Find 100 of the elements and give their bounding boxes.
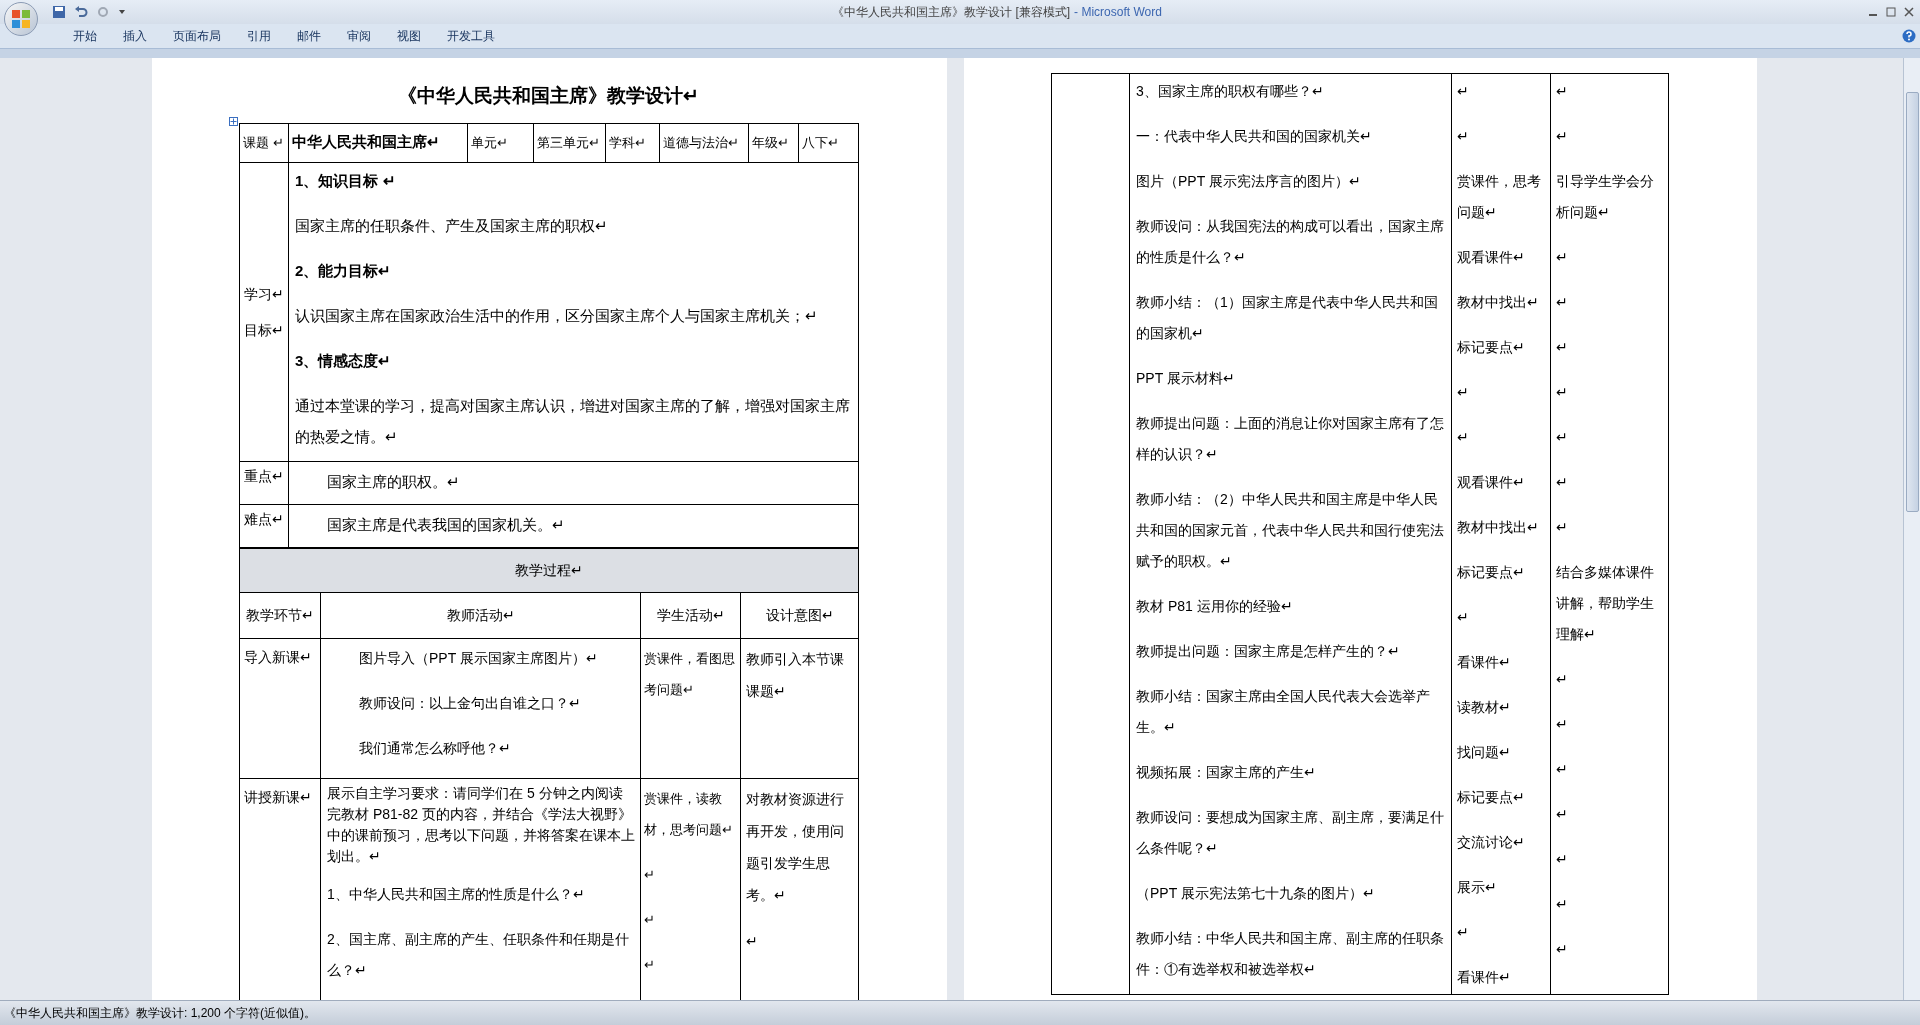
paragraph: ↵ xyxy=(1556,473,1569,492)
table-cell: 国家主席的职权。↵ xyxy=(288,461,859,504)
paragraph: ↵ xyxy=(1556,895,1569,914)
paragraph: 教师提出问题：上面的消息让你对国家主席有了怎样的认识？↵ xyxy=(1136,414,1445,464)
paragraph: 教师设问：要想成为国家主席、副主席，要满足什么条件呢？↵ xyxy=(1136,808,1445,858)
ribbon-tab[interactable]: 引用 xyxy=(234,25,284,47)
paragraph: 展示自主学习要求：请同学们在 5 分钟之内阅读完教材 P81-82 页的内容，并结合《学法大视野》中的课前预习，思考以下问题，并将答案在课本上划出。↵ xyxy=(327,783,636,866)
paragraph: 教师设问：从我国宪法的构成可以看出，国家主席的性质是什么？↵ xyxy=(1136,217,1445,267)
paragraph: 教师设问：以上金句出自谁之口？↵ xyxy=(359,693,582,713)
paragraph: ↵ xyxy=(746,931,759,951)
paragraph: 引导学生学会分析问题↵ xyxy=(1556,172,1655,222)
paragraph: 2、能力目标↵ xyxy=(295,260,393,281)
status-text: 《中华人民共和国主席》教学设计: 1,200 个字符(近似值)。 xyxy=(4,1005,317,1022)
ribbon-tab[interactable]: 开始 xyxy=(60,25,110,47)
paragraph: 图片（PPT 展示宪法序言的图片）↵ xyxy=(1136,172,1362,191)
office-button[interactable] xyxy=(4,2,38,36)
column-header: 学生活动↵ xyxy=(640,592,741,638)
paragraph: ↵ xyxy=(1457,383,1470,402)
app-name: - Microsoft Word xyxy=(1074,4,1162,21)
paragraph: ↵ xyxy=(1556,518,1569,537)
paragraph: 赏课件，读教材，思考问题↵ xyxy=(644,789,734,839)
paragraph: 教材中找出↵ xyxy=(1457,293,1540,312)
paragraph: 结合多媒体课件讲解，帮助学生理解↵ xyxy=(1556,563,1655,644)
paragraph: 教师提出问题：国家主席是怎样产生的？↵ xyxy=(1136,642,1401,661)
table-cell: 课题 ↵ xyxy=(239,123,289,162)
paragraph: ↵ xyxy=(1457,127,1470,146)
paragraph: ↵ xyxy=(1556,248,1569,267)
paragraph: 教材 P81 运用你的经验↵ xyxy=(1136,597,1294,616)
paragraph: ↵ xyxy=(1556,715,1569,734)
paragraph: 观看课件↵ xyxy=(1457,248,1526,267)
paragraph: 教师小结：（1）国家主席是代表中华人民共和国的国家机↵ xyxy=(1136,293,1439,343)
paragraph: 认识国家主席在国家政治生活中的作用，区分国家主席个人与国家主席机关；↵ xyxy=(295,305,819,326)
paragraph: 教师小结：国家主席由全国人民代表大会选举产生。↵ xyxy=(1136,687,1431,737)
undo-icon[interactable] xyxy=(74,5,88,19)
paragraph: 标记要点↵ xyxy=(1457,788,1526,807)
office-logo-icon xyxy=(11,9,31,29)
paragraph: ↵ xyxy=(1556,293,1569,312)
window-title: 《中华人民共和国主席》教学设计 [兼容模式] xyxy=(832,4,1071,21)
table-cell: 单元↵ xyxy=(467,123,534,162)
ribbon-tab[interactable]: 审阅 xyxy=(334,25,384,47)
paragraph: 标记要点↵ xyxy=(1457,563,1526,582)
column-header: 教师活动↵ xyxy=(320,592,641,638)
paragraph: ↵ xyxy=(1556,670,1569,689)
column-header: 教学环节↵ xyxy=(239,592,321,638)
paragraph: ↵ xyxy=(1457,428,1470,447)
paragraph: 1、中华人民共和国主席的性质是什么？↵ xyxy=(327,884,586,904)
paragraph: 教师小结：中华人民共和国主席、副主席的任职条件：①有选举权和被选举权↵ xyxy=(1136,929,1445,979)
row-label: 重点↵ xyxy=(239,461,289,504)
table-cell: 第三单元↵ xyxy=(533,123,606,162)
paragraph: PPT 展示材料↵ xyxy=(1136,369,1236,388)
table-cell: 国家主席是代表我国的国家机关。↵ xyxy=(288,504,859,547)
paragraph: 标记要点↵ xyxy=(1457,338,1526,357)
paragraph: 观看课件↵ xyxy=(1457,473,1526,492)
paragraph: 通过本堂课的学习，提高对国家主席认识，增进对国家主席的了解，增强对国家主席的热爱之情。↵ xyxy=(295,395,851,447)
ribbon-tab[interactable]: 页面布局 xyxy=(160,25,234,47)
paragraph: 2、国主席、副主席的产生、任职条件和任期是什么？↵ xyxy=(327,929,630,980)
column-header: 设计意图↵ xyxy=(740,592,859,638)
paragraph: 看课件↵ xyxy=(1457,968,1512,987)
paragraph: 3、情感态度↵ xyxy=(295,350,393,371)
table-cell: 道德与法治↵ xyxy=(659,123,749,162)
paragraph: 赏课件，看图思考问题↵ xyxy=(644,649,736,699)
save-icon[interactable] xyxy=(52,5,66,19)
paragraph: 3、国家主席的职权有哪些？↵ xyxy=(1136,82,1325,101)
paragraph: 展示↵ xyxy=(1457,878,1498,897)
row-label: 难点↵ xyxy=(239,504,289,547)
paragraph: 赏课件，思考问题↵ xyxy=(1457,172,1542,222)
help-icon[interactable] xyxy=(1902,29,1916,43)
ribbon-tab[interactable]: 插入 xyxy=(110,25,160,47)
dropdown-icon[interactable] xyxy=(118,8,126,16)
paragraph: 视频拓展：国家主席的产生↵ xyxy=(1136,763,1317,782)
ribbon-tab[interactable]: 邮件 xyxy=(284,25,334,47)
paragraph: ↵ xyxy=(644,910,656,929)
paragraph: ↵ xyxy=(1556,940,1569,959)
paragraph: 国家主席的任职条件、产生及国家主席的职权↵ xyxy=(295,215,609,236)
paragraph: 教师引入本节课课题↵ xyxy=(746,649,845,701)
table-cell: 八下↵ xyxy=(798,123,859,162)
close-icon[interactable] xyxy=(1904,7,1914,17)
ribbon-tab[interactable]: 开发工具 xyxy=(434,25,508,47)
table-move-handle-icon[interactable] xyxy=(229,117,238,126)
paragraph: 找问题↵ xyxy=(1457,743,1512,762)
ribbon-tab[interactable]: 视图 xyxy=(384,25,434,47)
paragraph: ↵ xyxy=(1556,82,1569,101)
vertical-scrollbar[interactable] xyxy=(1903,58,1920,1000)
scrollbar-thumb[interactable] xyxy=(1905,92,1919,512)
paragraph: （PPT 展示宪法第七十九条的图片）↵ xyxy=(1136,884,1376,903)
paragraph: 1、知识目标 ↵ xyxy=(295,170,397,191)
paragraph: 交流讨论↵ xyxy=(1457,833,1526,852)
table-cell: 学科↵ xyxy=(605,123,660,162)
paragraph: ↵ xyxy=(1457,82,1470,101)
maximize-icon[interactable] xyxy=(1886,7,1896,17)
paragraph: ↵ xyxy=(1556,850,1569,869)
paragraph: ↵ xyxy=(1556,338,1569,357)
paragraph: 我们通常怎么称呼他？↵ xyxy=(359,738,512,758)
paragraph: 读教材↵ xyxy=(1457,698,1512,717)
paragraph: 对教材资源进行再开发，使用问题引发学生思考。↵ xyxy=(746,789,845,905)
row-label: 目标↵ xyxy=(244,320,284,340)
paragraph: 一：代表中华人民共和国的国家机关↵ xyxy=(1136,127,1373,146)
paragraph: 看课件↵ xyxy=(1457,653,1512,672)
section-header: 教学过程↵ xyxy=(239,548,859,592)
paragraph: ↵ xyxy=(1457,608,1470,627)
